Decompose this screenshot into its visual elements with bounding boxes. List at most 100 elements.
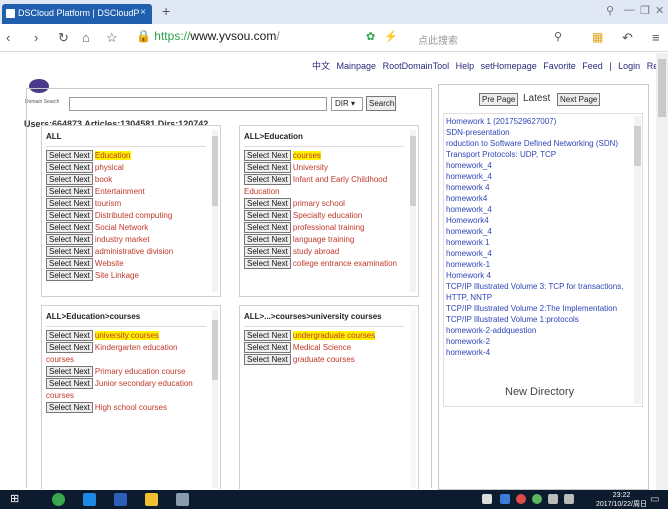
list-item[interactable]: homework 4: [446, 182, 626, 193]
scrollbar-thumb[interactable]: [212, 320, 218, 380]
page-scrollbar[interactable]: [656, 53, 668, 490]
select-next-button[interactable]: Select Next: [244, 222, 291, 233]
select-next-button[interactable]: Select Next: [46, 210, 93, 221]
select-next-button[interactable]: Select Next: [244, 210, 291, 221]
category-link[interactable]: courses: [292, 151, 321, 160]
select-next-button[interactable]: Select Next: [244, 354, 291, 365]
extension-icon[interactable]: ✿: [366, 30, 375, 43]
tray-app-icon[interactable]: [500, 494, 510, 504]
category-link[interactable]: administrative division: [95, 247, 173, 256]
select-next-button[interactable]: Select Next: [46, 330, 93, 341]
tray-network-icon[interactable]: [532, 494, 542, 504]
reload-icon[interactable]: ↻: [58, 30, 69, 46]
category-link[interactable]: University: [293, 163, 328, 172]
nav-sethomepage[interactable]: setHomepage: [481, 61, 537, 71]
category-link[interactable]: undergraduate courses: [292, 331, 376, 340]
nav-chinese[interactable]: 中文: [312, 61, 330, 71]
select-next-button[interactable]: Select Next: [46, 378, 93, 389]
category-link[interactable]: primary school: [293, 199, 345, 208]
list-item[interactable]: SDN-presentation: [446, 127, 626, 138]
undo-icon[interactable]: ↶: [622, 30, 633, 46]
tray-security-icon[interactable]: [516, 494, 526, 504]
select-next-button[interactable]: Select Next: [46, 222, 93, 233]
new-tab-button[interactable]: +: [162, 3, 170, 19]
clock[interactable]: 23:22 2017/10/22/周日: [596, 491, 647, 509]
search-engine-input[interactable]: 点此搜索: [414, 29, 574, 47]
select-next-button[interactable]: Select Next: [46, 186, 93, 197]
category-link[interactable]: Specialty education: [293, 211, 362, 220]
list-item[interactable]: homework-1: [446, 259, 626, 270]
category-link[interactable]: tourism: [95, 199, 121, 208]
list-item[interactable]: TCP/IP Illustrated Volume 2:The Implemen…: [446, 303, 626, 314]
category-link[interactable]: study abroad: [293, 247, 339, 256]
select-next-button[interactable]: Select Next: [244, 162, 291, 173]
magnifier-icon[interactable]: ⚲: [554, 30, 562, 43]
nav-feed[interactable]: Feed: [582, 61, 603, 71]
next-page-button[interactable]: Next Page: [557, 93, 601, 106]
category-link[interactable]: industry market: [95, 235, 150, 244]
star-icon[interactable]: ☆: [106, 30, 118, 46]
home-icon[interactable]: ⌂: [82, 30, 90, 45]
tray-search-icon[interactable]: [482, 494, 492, 504]
scrollbar-thumb[interactable]: [410, 136, 416, 206]
select-next-button[interactable]: Select Next: [46, 270, 93, 281]
forward-icon[interactable]: ›: [34, 30, 38, 45]
list-item[interactable]: homework-2: [446, 336, 626, 347]
nav-login[interactable]: Login: [618, 61, 640, 71]
list-item[interactable]: Homework 1 (2017529627007): [446, 116, 626, 127]
list-item[interactable]: homework_4: [446, 204, 626, 215]
select-next-button[interactable]: Select Next: [46, 234, 93, 245]
panel-scrollbar[interactable]: [410, 130, 416, 292]
edge-icon[interactable]: [83, 493, 96, 506]
category-link[interactable]: graduate courses: [293, 355, 355, 364]
category-link[interactable]: High school courses: [95, 403, 167, 412]
select-next-button[interactable]: Select Next: [46, 342, 93, 353]
list-scrollbar[interactable]: [634, 116, 641, 404]
apps-grid-icon[interactable]: ▦: [592, 30, 603, 44]
panel-scrollbar[interactable]: [212, 310, 218, 488]
list-item[interactable]: homework_4: [446, 248, 626, 259]
browser-tab[interactable]: DSCloud Platform | DSCloudP ×: [2, 4, 152, 24]
notification-icon[interactable]: ▭: [650, 494, 659, 505]
select-next-button[interactable]: Select Next: [46, 402, 93, 413]
list-item[interactable]: homework_4: [446, 226, 626, 237]
select-next-button[interactable]: Select Next: [46, 246, 93, 257]
select-next-button[interactable]: Select Next: [244, 198, 291, 209]
menu-icon[interactable]: ≡: [652, 30, 660, 45]
list-item[interactable]: TCP/IP Illustrated Volume 1:protocols: [446, 314, 626, 325]
category-link[interactable]: Social Network: [95, 223, 148, 232]
url-field[interactable]: 🔒 https://www.yvsou.com/: [136, 29, 306, 47]
minimize-icon[interactable]: —: [624, 4, 635, 16]
shirt-icon[interactable]: ⚲: [606, 4, 614, 17]
list-item[interactable]: homework_4: [446, 171, 626, 182]
back-icon[interactable]: ‹: [6, 30, 10, 45]
select-next-button[interactable]: Select Next: [244, 150, 291, 161]
select-next-button[interactable]: Select Next: [244, 342, 291, 353]
category-link[interactable]: university courses: [94, 331, 159, 340]
select-next-button[interactable]: Select Next: [244, 174, 291, 185]
category-link[interactable]: language training: [293, 235, 354, 244]
nav-favorite[interactable]: Favorite: [543, 61, 576, 71]
restore-icon[interactable]: ❐: [640, 4, 650, 17]
scrollbar-thumb[interactable]: [634, 126, 641, 166]
list-item[interactable]: homework-4: [446, 347, 626, 358]
nav-mainpage[interactable]: Mainpage: [337, 61, 377, 71]
category-link[interactable]: Entertainment: [95, 187, 145, 196]
search-input[interactable]: [69, 97, 327, 111]
select-next-button[interactable]: Select Next: [244, 258, 291, 269]
lightning-icon[interactable]: ⚡: [384, 30, 398, 43]
file-explorer-icon[interactable]: [145, 493, 158, 506]
select-next-button[interactable]: Select Next: [46, 174, 93, 185]
browser-app-icon[interactable]: [52, 493, 65, 506]
windows-start-icon[interactable]: ⊞: [10, 492, 23, 505]
select-next-button[interactable]: Select Next: [46, 162, 93, 173]
window-close-icon[interactable]: ✕: [655, 4, 664, 17]
app-icon[interactable]: [176, 493, 189, 506]
select-next-button[interactable]: Select Next: [244, 330, 291, 341]
panel-scrollbar[interactable]: [212, 130, 218, 292]
category-link[interactable]: college entrance examination: [293, 259, 397, 268]
dir-select[interactable]: DIR ▾: [331, 97, 363, 111]
list-item[interactable]: homework4: [446, 193, 626, 204]
search-button[interactable]: Search: [366, 96, 396, 111]
select-next-button[interactable]: Select Next: [46, 150, 93, 161]
